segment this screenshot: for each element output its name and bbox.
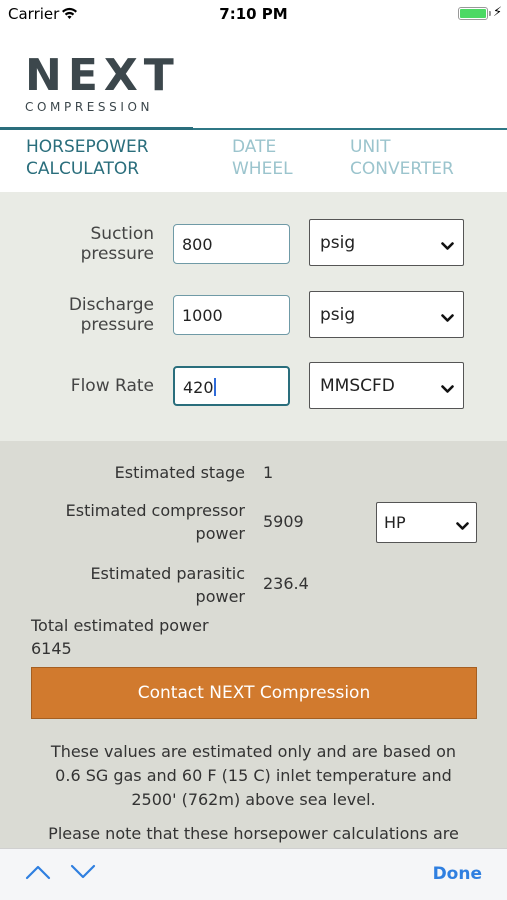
brand-logo: NEXT COMPRESSION <box>25 50 180 115</box>
discharge-unit-value: psig <box>320 305 356 325</box>
disclaimer-text: These values are estimated only and are … <box>20 740 487 812</box>
power-unit-select[interactable]: HP <box>376 502 477 543</box>
power-unit-value: HP <box>384 513 406 532</box>
charging-icon: ⚡ <box>493 5 503 20</box>
chevron-down-icon <box>441 308 454 328</box>
estimated-parasitic-power-label: Estimated parasitic power <box>90 562 245 608</box>
flow-rate-label: Flow Rate <box>70 376 154 396</box>
disclaimer-line: 0.6 SG gas and 60 F (15 C) inlet tempera… <box>55 766 452 785</box>
flow-rate-input[interactable]: 420 <box>173 366 290 406</box>
status-bar: Carrier 7:10 PM ⚡ <box>0 0 507 30</box>
done-button[interactable]: Done <box>433 864 482 884</box>
text-cursor <box>213 378 216 396</box>
label-line: pressure <box>80 315 154 335</box>
chevron-down-icon[interactable] <box>70 864 96 884</box>
disclaimer-line: 2500' (762m) above sea level. <box>131 790 376 809</box>
discharge-unit-select[interactable]: psig <box>309 291 464 338</box>
chevron-up-icon[interactable] <box>25 864 51 884</box>
estimated-parasitic-power-value: 236.4 <box>263 574 309 593</box>
total-power-value: 6145 <box>31 639 72 658</box>
total-estimated-power: Total estimated power 6145 <box>31 614 209 660</box>
tab-unit-converter[interactable]: UNIT CONVERTER <box>350 136 454 180</box>
logo-subtitle: COMPRESSION <box>25 100 154 114</box>
flow-unit-value: MMSCFD <box>320 376 395 396</box>
discharge-pressure-value: 1000 <box>182 306 223 325</box>
battery-icon <box>458 7 488 20</box>
clock: 7:10 PM <box>219 5 288 23</box>
suction-unit-value: psig <box>320 233 356 253</box>
label-line: Estimated compressor <box>65 501 245 520</box>
tab-date-wheel[interactable]: DATE WHEEL <box>232 136 293 180</box>
disclaimer-line: These values are estimated only and are … <box>50 742 457 761</box>
discharge-pressure-input[interactable]: 1000 <box>173 295 290 335</box>
tab-label-line2: CALCULATOR <box>26 159 140 179</box>
results-section: Estimated stage 1 Estimated compressor p… <box>0 441 507 851</box>
keyboard-toolbar: Done <box>0 848 507 900</box>
contact-button[interactable]: Contact NEXT Compression <box>31 667 477 719</box>
estimated-compressor-power-value: 5909 <box>263 512 304 531</box>
chevron-down-icon <box>441 236 454 256</box>
tab-horsepower-calculator[interactable]: HORSEPOWER CALCULATOR <box>26 136 149 180</box>
active-tab-indicator <box>0 127 193 130</box>
chevron-down-icon <box>441 379 454 399</box>
label-line: power <box>195 587 245 606</box>
suction-pressure-value: 800 <box>182 235 213 254</box>
suction-pressure-input[interactable]: 800 <box>173 224 290 264</box>
label-line: Discharge <box>68 295 154 315</box>
suction-unit-select[interactable]: psig <box>309 219 464 266</box>
logo-wordmark: NEXT <box>25 50 180 101</box>
label-line: Estimated parasitic <box>90 564 245 583</box>
tab-bar: HORSEPOWER CALCULATOR DATE WHEEL UNIT CO… <box>0 127 507 188</box>
flow-rate-value: 420 <box>183 378 214 397</box>
estimated-stage-value: 1 <box>263 463 274 482</box>
calculation-note: Please note that these horsepower calcul… <box>48 824 459 843</box>
battery-cap <box>489 11 491 16</box>
estimated-stage-label: Estimated stage <box>114 463 245 482</box>
tab-label-line2: WHEEL <box>232 159 293 179</box>
chevron-down-icon <box>456 516 469 535</box>
label-line: power <box>195 524 245 543</box>
tab-label-line1: DATE <box>232 137 277 157</box>
tab-label-line1: UNIT <box>350 137 391 157</box>
tab-label-line1: HORSEPOWER <box>26 137 149 157</box>
estimated-compressor-power-label: Estimated compressor power <box>66 499 245 545</box>
input-section: Suction pressure 800 psig Discharge pres… <box>0 192 507 441</box>
suction-pressure-label: Suction pressure <box>81 224 154 264</box>
total-power-label: Total estimated power <box>31 616 209 635</box>
discharge-pressure-label: Discharge pressure <box>69 295 154 335</box>
label-line: pressure <box>80 244 154 264</box>
label-line: Suction <box>90 224 154 244</box>
flow-unit-select[interactable]: MMSCFD <box>309 362 464 409</box>
tab-label-line2: CONVERTER <box>350 159 454 179</box>
